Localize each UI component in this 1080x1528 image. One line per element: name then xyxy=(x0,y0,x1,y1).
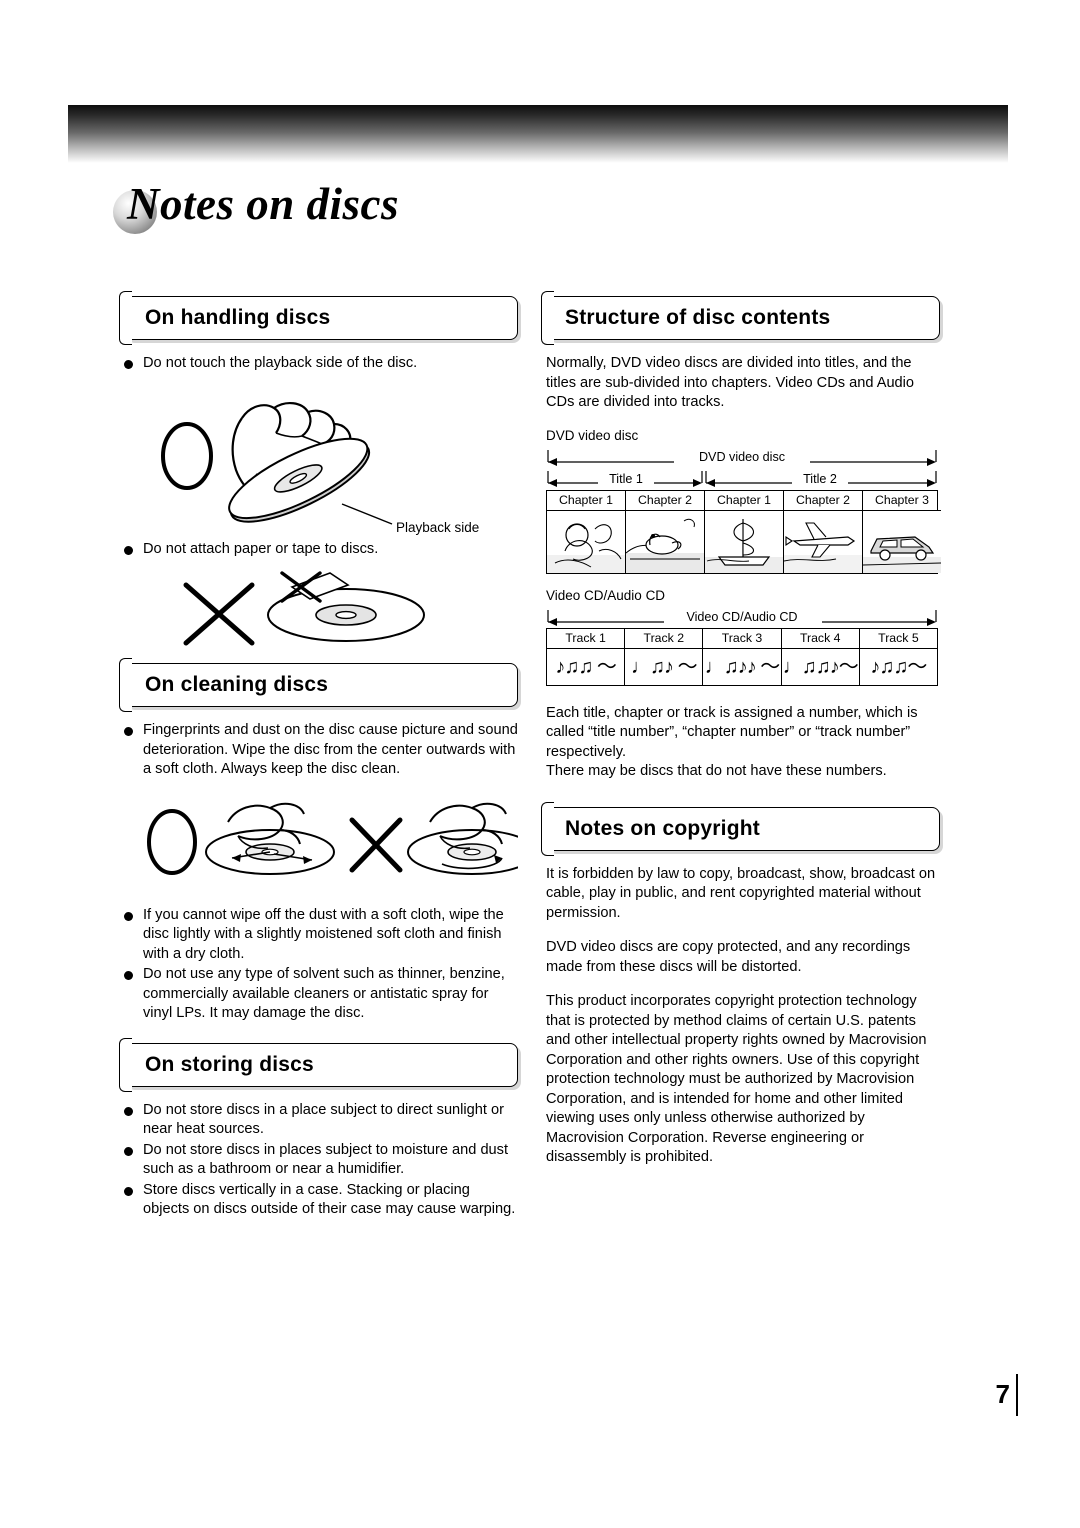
cd-caption: Video CD/Audio CD xyxy=(546,587,666,603)
dvd-chapter-label: Chapter 3 xyxy=(863,491,941,511)
dvd-chapter-cell: Chapter 2 xyxy=(783,490,862,573)
list-item: Do not attach paper or tape to discs. xyxy=(124,540,518,560)
cleaning-list-1: Fingerprints and dust on the disc cause … xyxy=(124,721,518,780)
cd-track-label: Track 4 xyxy=(781,629,859,649)
no-paper-tape-illustration xyxy=(183,571,425,646)
cd-track-label: Track 3 xyxy=(703,629,781,649)
cd-top-arrow: Video CD/Audio CD xyxy=(547,609,937,626)
section-heading-copyright-label: Notes on copyright xyxy=(565,816,760,840)
copyright-paragraph: DVD video discs are copy protected, and … xyxy=(546,939,911,975)
dvd-structure-diagram: DVD video disc Title 1 Title 2 Chapter 1 xyxy=(546,446,941,574)
cd-track-cell: Track 3 ♩♫♪♪ 〜 xyxy=(702,628,781,685)
section-heading-handling-label: On handling discs xyxy=(145,306,331,329)
cd-track-cell: Track 2 ♩♫♪ 〜 xyxy=(624,628,703,685)
page-number: 7 xyxy=(995,1379,1010,1409)
cd-track-row: Track 1 ♪♫♫ 〜 Track 2 ♩♫♪ 〜 Track 3 ♩♫♪♪… xyxy=(547,628,938,685)
page-title: Notes on discs xyxy=(127,179,400,229)
figure-handling-hand: Playback side xyxy=(124,378,518,544)
section-heading-cleaning-label: On cleaning discs xyxy=(145,673,329,696)
dvd-chapter-cell: Chapter 1 xyxy=(704,490,783,573)
playback-side-label: Playback side xyxy=(396,519,480,535)
page-title-group: Notes on discs xyxy=(105,178,400,234)
handling-list-1: Do not touch the playback side of the di… xyxy=(124,354,518,374)
structure-outro-2: There may be discs that do not have thes… xyxy=(546,763,887,779)
figure-no-paper-tape xyxy=(124,567,518,663)
svg-text:DVD video disc: DVD video disc xyxy=(699,450,785,464)
cd-track-notes: ♩♫♫♪〜 xyxy=(782,655,859,678)
list-item: Store discs vertically in a case. Stacki… xyxy=(124,1181,518,1220)
section-heading-cleaning: On cleaning discs xyxy=(119,658,518,712)
dvd-chapter-cell: Chapter 3 xyxy=(862,490,941,573)
dvd-top-arrow: DVD video disc xyxy=(547,449,937,466)
dvd-chapter-label: Chapter 1 xyxy=(547,491,625,511)
dvd-chapter-thumb xyxy=(784,510,862,573)
cd-track-cell: Track 1 ♪♫♫ 〜 xyxy=(547,629,625,685)
handling-list-2: Do not attach paper or tape to discs. xyxy=(124,540,518,560)
svg-text:Video CD/Audio CD: Video CD/Audio CD xyxy=(686,610,797,624)
section-heading-storing-label: On storing discs xyxy=(145,1052,314,1076)
structure-intro: Normally, DVD video discs are divided in… xyxy=(546,355,915,410)
page-number-rule xyxy=(1016,1374,1018,1416)
list-item: Do not use any type of solvent such as t… xyxy=(124,965,518,1024)
cd-track-notes: ♪♫♫ 〜 xyxy=(555,655,617,678)
section-heading-handling: On handling discs xyxy=(119,291,518,345)
dvd-chapter-thumb xyxy=(547,510,625,573)
cd-track-cell: Track 4 ♩♫♫♪〜 xyxy=(780,628,859,685)
list-item: Do not store discs in a place subject to… xyxy=(124,1101,518,1140)
dvd-chapter-thumb xyxy=(863,510,941,573)
cd-structure-diagram: Video CD/Audio CD Track 1 ♪♫♫ 〜 Track 2 … xyxy=(546,606,938,686)
header-banner xyxy=(68,105,1008,163)
copyright-paragraph: This product incorporates copyright prot… xyxy=(546,993,927,1165)
copyright-paragraph: It is forbidden by law to copy, broadcas… xyxy=(546,865,936,921)
left-column: On handling discs Do not touch the playb… xyxy=(119,291,537,1221)
section-heading-structure: Structure of disc contents xyxy=(541,291,940,345)
dvd-chapter-thumb xyxy=(705,510,783,573)
cd-track-label: Track 1 xyxy=(547,629,625,649)
cd-track-notes: ♪♫♫〜 xyxy=(870,655,927,678)
dvd-chapter-row: Chapter 1 Chapter 2 Chapter 1 Chapter 2 … xyxy=(547,490,941,573)
cd-track-label: Track 5 xyxy=(859,629,938,649)
cd-track-notes: ♩♫♪ 〜 xyxy=(631,655,698,678)
dvd-chapter-table: Chapter 1 Chapter 2 Chapter 1 Chapter 2 … xyxy=(546,489,941,574)
list-item: Fingerprints and dust on the disc cause … xyxy=(124,721,518,780)
figure-cleaning xyxy=(124,786,537,904)
cleaning-list-2: If you cannot wipe off the dust with a s… xyxy=(124,906,518,1024)
cd-track-table: Track 1 ♪♫♫ 〜 Track 2 ♩♫♪ 〜 Track 3 ♩♫♪♪… xyxy=(546,627,938,686)
list-item: Do not store discs in places subject to … xyxy=(124,1141,518,1180)
list-item: If you cannot wipe off the dust with a s… xyxy=(124,906,518,965)
right-column: Structure of disc contents Normally, DVD… xyxy=(541,291,941,1183)
dvd-caption: DVD video disc xyxy=(546,427,639,443)
section-heading-storing: On storing discs xyxy=(119,1037,518,1092)
section-heading-copyright: Notes on copyright xyxy=(541,801,940,856)
cd-track-cell: Track 5 ♪♫♫〜 xyxy=(858,628,938,685)
dvd-chapter-label: Chapter 2 xyxy=(626,491,704,511)
dvd-chapter-label: Chapter 1 xyxy=(705,491,783,511)
cd-track-label: Track 2 xyxy=(625,629,703,649)
dvd-chapter-cell: Chapter 1 xyxy=(547,491,625,573)
cd-track-notes: ♩♫♪♪ 〜 xyxy=(704,655,781,678)
dvd-title-arrows: Title 1 Title 2 xyxy=(547,469,937,487)
dvd-chapter-cell: Chapter 2 xyxy=(625,490,704,573)
svg-text:Title 1: Title 1 xyxy=(609,472,643,486)
cleaning-illustration xyxy=(147,802,537,875)
structure-outro-1: Each title, chapter or track is assigned… xyxy=(546,704,918,760)
dvd-chapter-label: Chapter 2 xyxy=(784,491,862,511)
svg-text:Title 2: Title 2 xyxy=(803,472,837,486)
section-heading-structure-label: Structure of disc contents xyxy=(565,306,831,329)
storing-list: Do not store discs in a place subject to… xyxy=(124,1101,518,1220)
dvd-chapter-thumb xyxy=(626,510,704,573)
list-item: Do not touch the playback side of the di… xyxy=(124,354,518,374)
